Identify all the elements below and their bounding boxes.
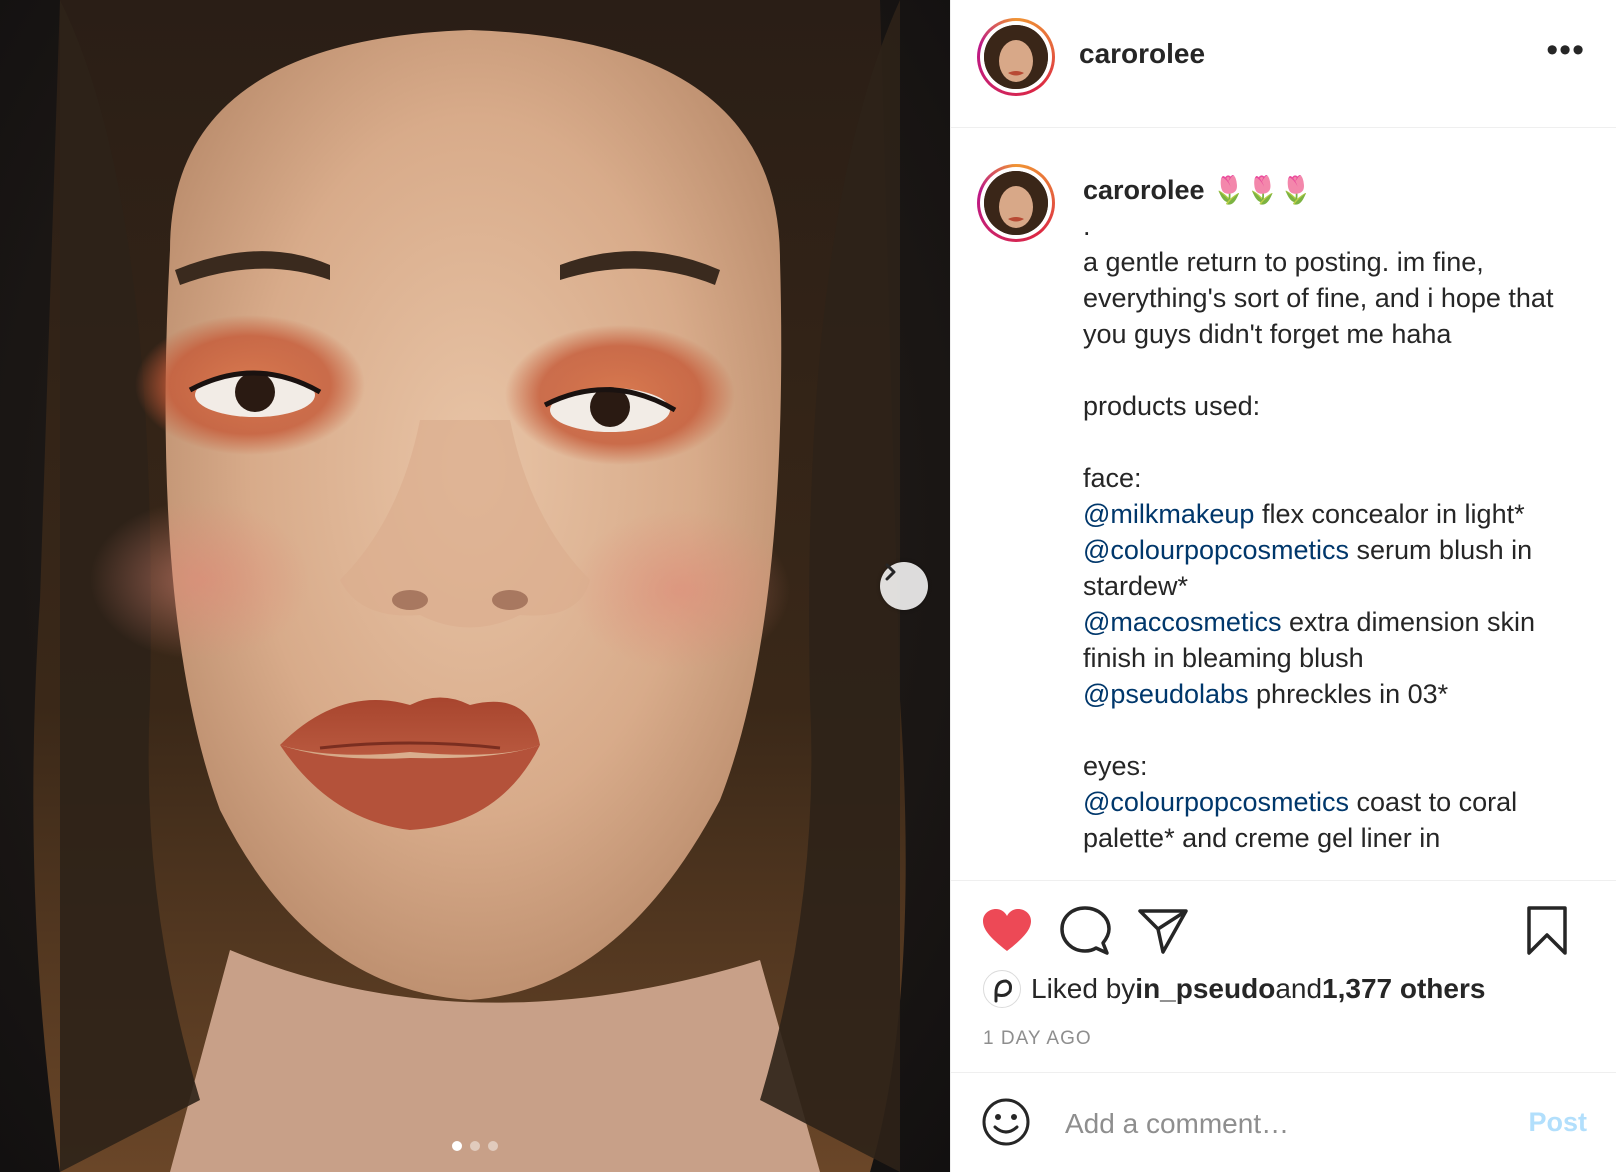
carousel-dot-active — [452, 1141, 462, 1151]
likes-middle: and — [1275, 973, 1323, 1004]
caption-line: products used: — [1083, 391, 1261, 421]
smiley-icon — [982, 1098, 1030, 1146]
caption-line: a gentle return to posting. im fine, eve… — [1083, 247, 1561, 349]
post-header: carorolee ••• — [951, 0, 1616, 128]
post-timestamp[interactable]: 1 DAY AGO — [983, 1028, 1092, 1050]
save-button[interactable] — [1525, 905, 1569, 962]
liker-username[interactable]: in_pseudo — [1135, 973, 1275, 1005]
like-button[interactable] — [981, 907, 1033, 960]
caption-line: eyes: — [1083, 751, 1148, 781]
likes-summary: Liked by in_pseudo and 1,377 others — [983, 970, 1485, 1008]
pseudo-logo-icon — [994, 979, 1012, 1003]
caption-line: . — [1083, 211, 1091, 241]
paper-plane-icon — [1138, 909, 1188, 954]
carousel-dot — [470, 1141, 480, 1151]
likes-count[interactable]: 1,377 others — [1322, 973, 1485, 1005]
author-avatar[interactable] — [977, 18, 1055, 96]
mention-link[interactable]: @pseudolabs — [1083, 679, 1249, 709]
mention-link[interactable]: @colourpopcosmetics — [1083, 535, 1349, 565]
avatar-image — [984, 171, 1048, 235]
caption-text: carorolee 🌷🌷🌷 . a gentle return to posti… — [1083, 172, 1583, 856]
next-photo-button[interactable] — [880, 562, 928, 610]
comment-button[interactable] — [1059, 905, 1111, 962]
comment-bar: Post — [951, 1072, 1616, 1172]
post-comment-button[interactable]: Post — [1528, 1107, 1587, 1138]
more-options-icon[interactable]: ••• — [1546, 33, 1585, 67]
caption-emoji: 🌷🌷🌷 — [1212, 175, 1313, 205]
liker-avatar[interactable] — [983, 970, 1021, 1008]
carousel-indicator — [0, 1141, 950, 1151]
bookmark-icon — [1527, 906, 1567, 955]
caption-section: carorolee 🌷🌷🌷 . a gentle return to posti… — [951, 128, 1616, 880]
caption-username[interactable]: carorolee — [1083, 175, 1205, 205]
caption-avatar[interactable] — [977, 164, 1055, 242]
mention-link[interactable]: @milkmakeup — [1083, 499, 1254, 529]
comment-icon — [1060, 906, 1111, 955]
comment-input[interactable] — [1063, 1103, 1507, 1145]
heart-filled-icon — [983, 909, 1031, 951]
avatar-image — [984, 25, 1048, 89]
caption-line: flex concealor in light* — [1254, 499, 1525, 529]
portrait-image — [33, 0, 906, 1172]
carousel-dot — [488, 1141, 498, 1151]
mention-link[interactable]: @maccosmetics — [1083, 607, 1281, 637]
share-button[interactable] — [1137, 907, 1189, 960]
caption-line: face: — [1083, 463, 1142, 493]
mention-link[interactable]: @colourpopcosmetics — [1083, 787, 1349, 817]
emoji-button[interactable] — [981, 1097, 1031, 1152]
post-photo[interactable] — [0, 0, 950, 1172]
likes-prefix: Liked by — [1031, 973, 1136, 1004]
header-username[interactable]: carorolee — [1079, 38, 1205, 70]
chevron-right-icon — [885, 563, 896, 581]
caption-line: phreckles in 03* — [1248, 679, 1449, 709]
post-side-panel: carorolee ••• carorolee 🌷🌷🌷 . a gentle r… — [950, 0, 1616, 1172]
